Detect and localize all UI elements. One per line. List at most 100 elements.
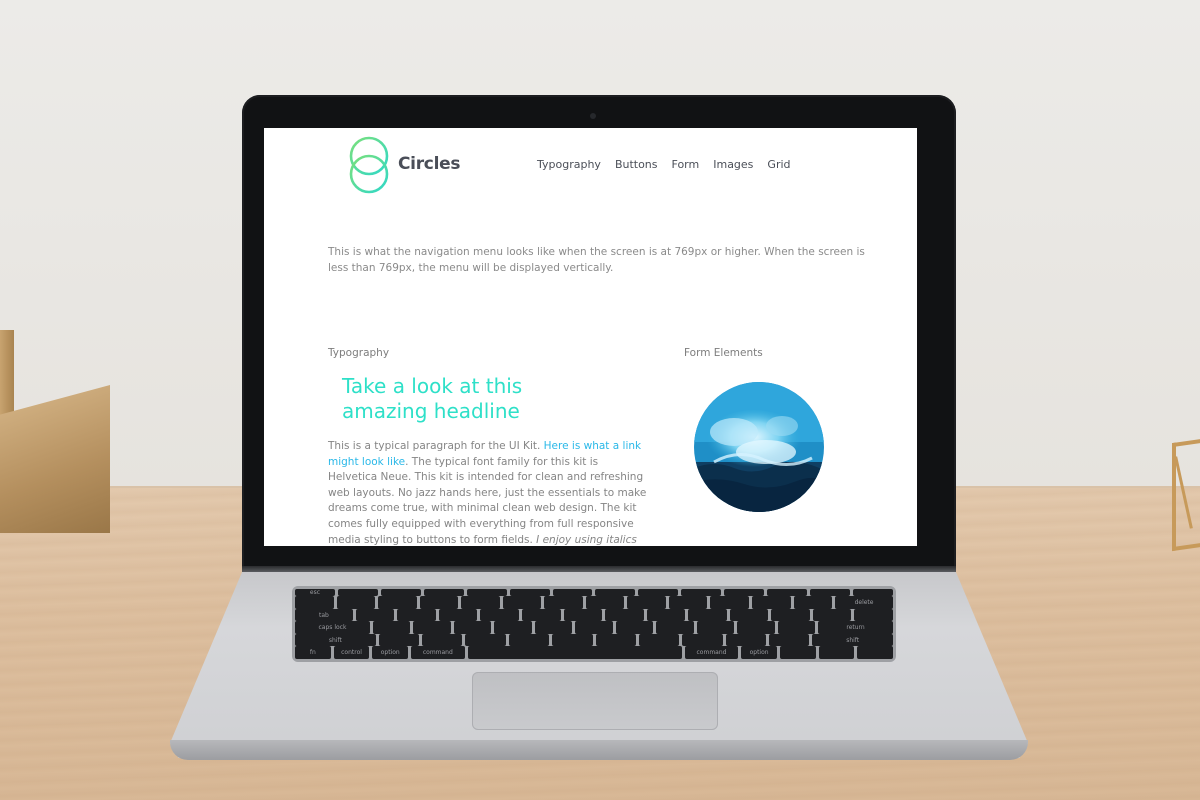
key [544, 596, 583, 609]
key [638, 633, 680, 647]
key [615, 621, 654, 634]
key [508, 633, 550, 647]
key [438, 608, 478, 622]
sample-headline: Take a look at this amazing headline [342, 374, 523, 423]
key [737, 621, 775, 634]
key [397, 608, 436, 622]
key [534, 621, 573, 634]
ocean-wave-image [694, 382, 824, 512]
paragraph-text-start: This is a typical paragraph for the UI K… [328, 440, 544, 452]
key [638, 589, 679, 597]
spacebar [467, 646, 682, 659]
key [419, 596, 459, 609]
circles-logo-icon[interactable] [348, 136, 390, 194]
sample-paragraph: This is a typical paragraph for the UI K… [328, 439, 650, 546]
key [552, 633, 593, 647]
key [852, 589, 893, 597]
key: command [684, 646, 739, 659]
key: shift [812, 633, 894, 647]
keyboard-row-modifiers: fn control option command command option [295, 646, 893, 659]
key [627, 596, 666, 609]
form-section-label: Form Elements [684, 347, 763, 359]
key [378, 633, 420, 647]
trackpad [472, 672, 718, 730]
key [725, 633, 766, 647]
key [696, 621, 735, 634]
key [595, 633, 636, 647]
key [605, 608, 644, 622]
brass-frame-decor [1172, 436, 1200, 552]
key: tab [295, 608, 353, 622]
key: option [741, 646, 777, 659]
nav-item-images[interactable]: Images [713, 158, 753, 171]
key: control [333, 646, 370, 659]
nav-item-form[interactable]: Form [672, 158, 700, 171]
key [710, 596, 750, 609]
key [854, 608, 893, 622]
laptop-screen: Circles Typography Buttons Form Images G… [264, 128, 917, 546]
keyboard-row-home: caps lock return [295, 621, 894, 634]
key [595, 589, 636, 597]
keyboard: esc delete tab caps lock return shift sh… [292, 586, 896, 662]
key [509, 589, 550, 597]
key: shift [295, 633, 376, 647]
key [812, 608, 852, 622]
key [422, 633, 463, 647]
key [585, 596, 625, 609]
key [552, 589, 593, 597]
key: delete [835, 596, 893, 609]
nav-item-buttons[interactable]: Buttons [615, 158, 658, 171]
arrow-key [779, 646, 816, 659]
arrow-key [818, 646, 855, 659]
key: fn [295, 646, 331, 659]
key [729, 608, 769, 622]
keyboard-row-bottom: shift shift [295, 633, 894, 647]
key [337, 589, 378, 597]
keyboard-row-top: tab [295, 608, 893, 622]
key [453, 621, 492, 634]
key [724, 589, 765, 597]
key [461, 596, 500, 609]
main-navigation: Typography Buttons Form Images Grid [537, 158, 791, 171]
arrow-key [857, 646, 893, 659]
key: option [372, 646, 409, 659]
key [423, 589, 464, 597]
keyboard-row-function: esc [295, 589, 893, 597]
laptop-base-front [170, 740, 1028, 760]
key [295, 596, 334, 609]
key [768, 633, 810, 647]
key [656, 621, 694, 634]
webcam-icon [590, 113, 596, 119]
key [810, 589, 850, 597]
key [502, 596, 542, 609]
nav-item-typography[interactable]: Typography [537, 158, 601, 171]
brass-box-face [0, 385, 110, 533]
key [752, 596, 791, 609]
key [480, 608, 520, 622]
key [767, 589, 808, 597]
key [378, 596, 417, 609]
key [668, 596, 708, 609]
key: caps lock [295, 621, 370, 634]
key [793, 596, 833, 609]
key [771, 608, 810, 622]
key [646, 608, 686, 622]
brass-box-decor [0, 330, 120, 535]
typography-section-label: Typography [328, 347, 390, 359]
key [688, 608, 727, 622]
key [355, 608, 395, 622]
key [575, 621, 613, 634]
key [465, 633, 506, 647]
key: esc [295, 589, 335, 597]
key: return [818, 621, 894, 634]
key [777, 621, 816, 634]
paragraph-text-rest: . The typical font family for this kit i… [328, 455, 647, 546]
key [380, 589, 421, 597]
brand-name[interactable]: Circles [398, 154, 460, 174]
key: command [411, 646, 465, 659]
key [466, 589, 507, 597]
key [681, 589, 722, 597]
key [563, 608, 603, 622]
nav-item-grid[interactable]: Grid [767, 158, 790, 171]
keyboard-row-numbers: delete [295, 596, 893, 609]
